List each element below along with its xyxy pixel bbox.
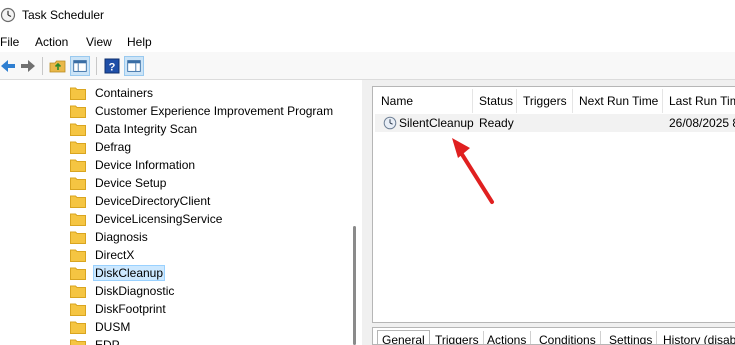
svg-text:?: ?	[109, 62, 116, 74]
column-header-triggers[interactable]: Triggers	[517, 89, 573, 113]
tree-item-device-information[interactable]: Device Information	[70, 156, 197, 174]
up-folder-icon[interactable]	[48, 56, 68, 76]
folder-icon	[70, 321, 86, 334]
column-header-status[interactable]: Status	[473, 89, 517, 113]
task-list[interactable]: Name Status Triggers Next Run Time Last …	[372, 86, 735, 323]
tab-conditions[interactable]: Conditions	[535, 331, 601, 344]
folder-icon	[70, 195, 86, 208]
folder-icon	[70, 123, 86, 136]
tree-item-label: Data Integrity Scan	[95, 122, 198, 136]
folder-icon	[70, 303, 86, 316]
tree-item-label: Containers	[95, 86, 154, 100]
back-arrow-icon[interactable]	[0, 56, 18, 76]
menu-file[interactable]: File	[0, 35, 19, 49]
tree-item-label: Device Information	[95, 158, 196, 172]
task-list-pane: Name Status Triggers Next Run Time Last …	[368, 80, 735, 345]
folder-icon	[70, 213, 86, 226]
tree-item-dusm[interactable]: DUSM	[70, 318, 132, 336]
menu-action[interactable]: Action	[35, 35, 68, 49]
tree-item-defrag[interactable]: Defrag	[70, 138, 133, 156]
tree-item-label: EDP	[95, 338, 120, 345]
menu-help[interactable]: Help	[127, 35, 152, 49]
tree-item-label: DiskDiagnostic	[95, 284, 175, 298]
tree-item-containers[interactable]: Containers	[70, 84, 155, 102]
action-pane-icon[interactable]	[124, 56, 144, 76]
folder-icon	[70, 159, 86, 172]
folder-icon	[70, 267, 86, 280]
tree-item-disk-diagnostic[interactable]: DiskDiagnostic	[70, 282, 176, 300]
tree-item-label: Diagnosis	[95, 230, 148, 244]
column-header-next-run-time[interactable]: Next Run Time	[573, 89, 663, 113]
tree-scrollbar[interactable]	[346, 80, 362, 345]
tree-item-device-licensing-service[interactable]: DeviceLicensingService	[70, 210, 224, 228]
tab-settings[interactable]: Settings	[605, 331, 658, 344]
tree-item-disk-footprint[interactable]: DiskFootprint	[70, 300, 168, 318]
task-status: Ready	[479, 116, 514, 130]
column-header-last-run-time[interactable]: Last Run Time	[663, 89, 735, 113]
tree-item-label: DiskCleanup	[93, 265, 166, 281]
tree-item-label: Device Setup	[95, 176, 167, 190]
title-bar: Task Scheduler	[0, 0, 735, 32]
tree-item-edp[interactable]: EDP	[70, 336, 122, 345]
window-title: Task Scheduler	[22, 8, 105, 22]
folder-icon	[70, 285, 86, 298]
help-icon[interactable]: ?	[102, 56, 122, 76]
tree-item-label: DiskFootprint	[95, 302, 166, 316]
folder-icon	[70, 231, 86, 244]
task-name: SilentCleanup	[399, 116, 474, 130]
tree-item-customer-experience[interactable]: Customer Experience Improvement Program	[70, 102, 335, 120]
menu-bar: File Action View Help	[0, 32, 735, 52]
tree-item-directx[interactable]: DirectX	[70, 246, 136, 264]
toolbar: ?	[0, 52, 735, 80]
tree-item-diagnosis[interactable]: Diagnosis	[70, 228, 150, 246]
folder-icon	[70, 87, 86, 100]
folder-icon	[70, 339, 86, 345]
table-row[interactable]: SilentCleanup Ready 26/08/2025 8	[375, 114, 735, 132]
tree-item-label: DUSM	[95, 320, 131, 334]
folder-icon	[70, 105, 86, 118]
menu-view[interactable]: View	[86, 35, 112, 49]
tab-triggers[interactable]: Triggers	[431, 331, 484, 344]
tab-general[interactable]: General	[377, 330, 430, 344]
forward-arrow-icon[interactable]	[18, 56, 38, 76]
tree-scroll-thumb[interactable]	[353, 226, 356, 345]
annotation-arrow-icon	[452, 138, 494, 204]
task-clock-icon	[383, 116, 397, 130]
folder-icon	[70, 177, 86, 190]
tree-item-label: Defrag	[95, 140, 132, 154]
tree-item-disk-cleanup[interactable]: DiskCleanup	[70, 264, 166, 282]
tree-item-data-integrity-scan[interactable]: Data Integrity Scan	[70, 120, 199, 138]
task-scheduler-clock-icon	[0, 7, 16, 23]
tab-history[interactable]: History (disabl	[659, 331, 735, 344]
task-last-run: 26/08/2025 8	[669, 116, 735, 130]
tree-item-label: DirectX	[95, 248, 135, 262]
show-hide-tree-icon[interactable]	[70, 56, 90, 76]
tree-item-label: DeviceDirectoryClient	[95, 194, 211, 208]
tree-item-label: DeviceLicensingService	[95, 212, 223, 226]
folder-tree[interactable]: Containers Customer Experience Improveme…	[0, 80, 362, 345]
tree-item-device-setup[interactable]: Device Setup	[70, 174, 168, 192]
task-detail-tabs: General Triggers Actions Conditions Sett…	[372, 327, 735, 345]
tree-item-device-directory-client[interactable]: DeviceDirectoryClient	[70, 192, 212, 210]
column-header-name[interactable]: Name	[375, 89, 473, 113]
folder-icon	[70, 141, 86, 154]
tab-actions[interactable]: Actions	[483, 331, 532, 344]
tree-item-label: Customer Experience Improvement Program	[95, 104, 334, 118]
folder-icon	[70, 249, 86, 262]
